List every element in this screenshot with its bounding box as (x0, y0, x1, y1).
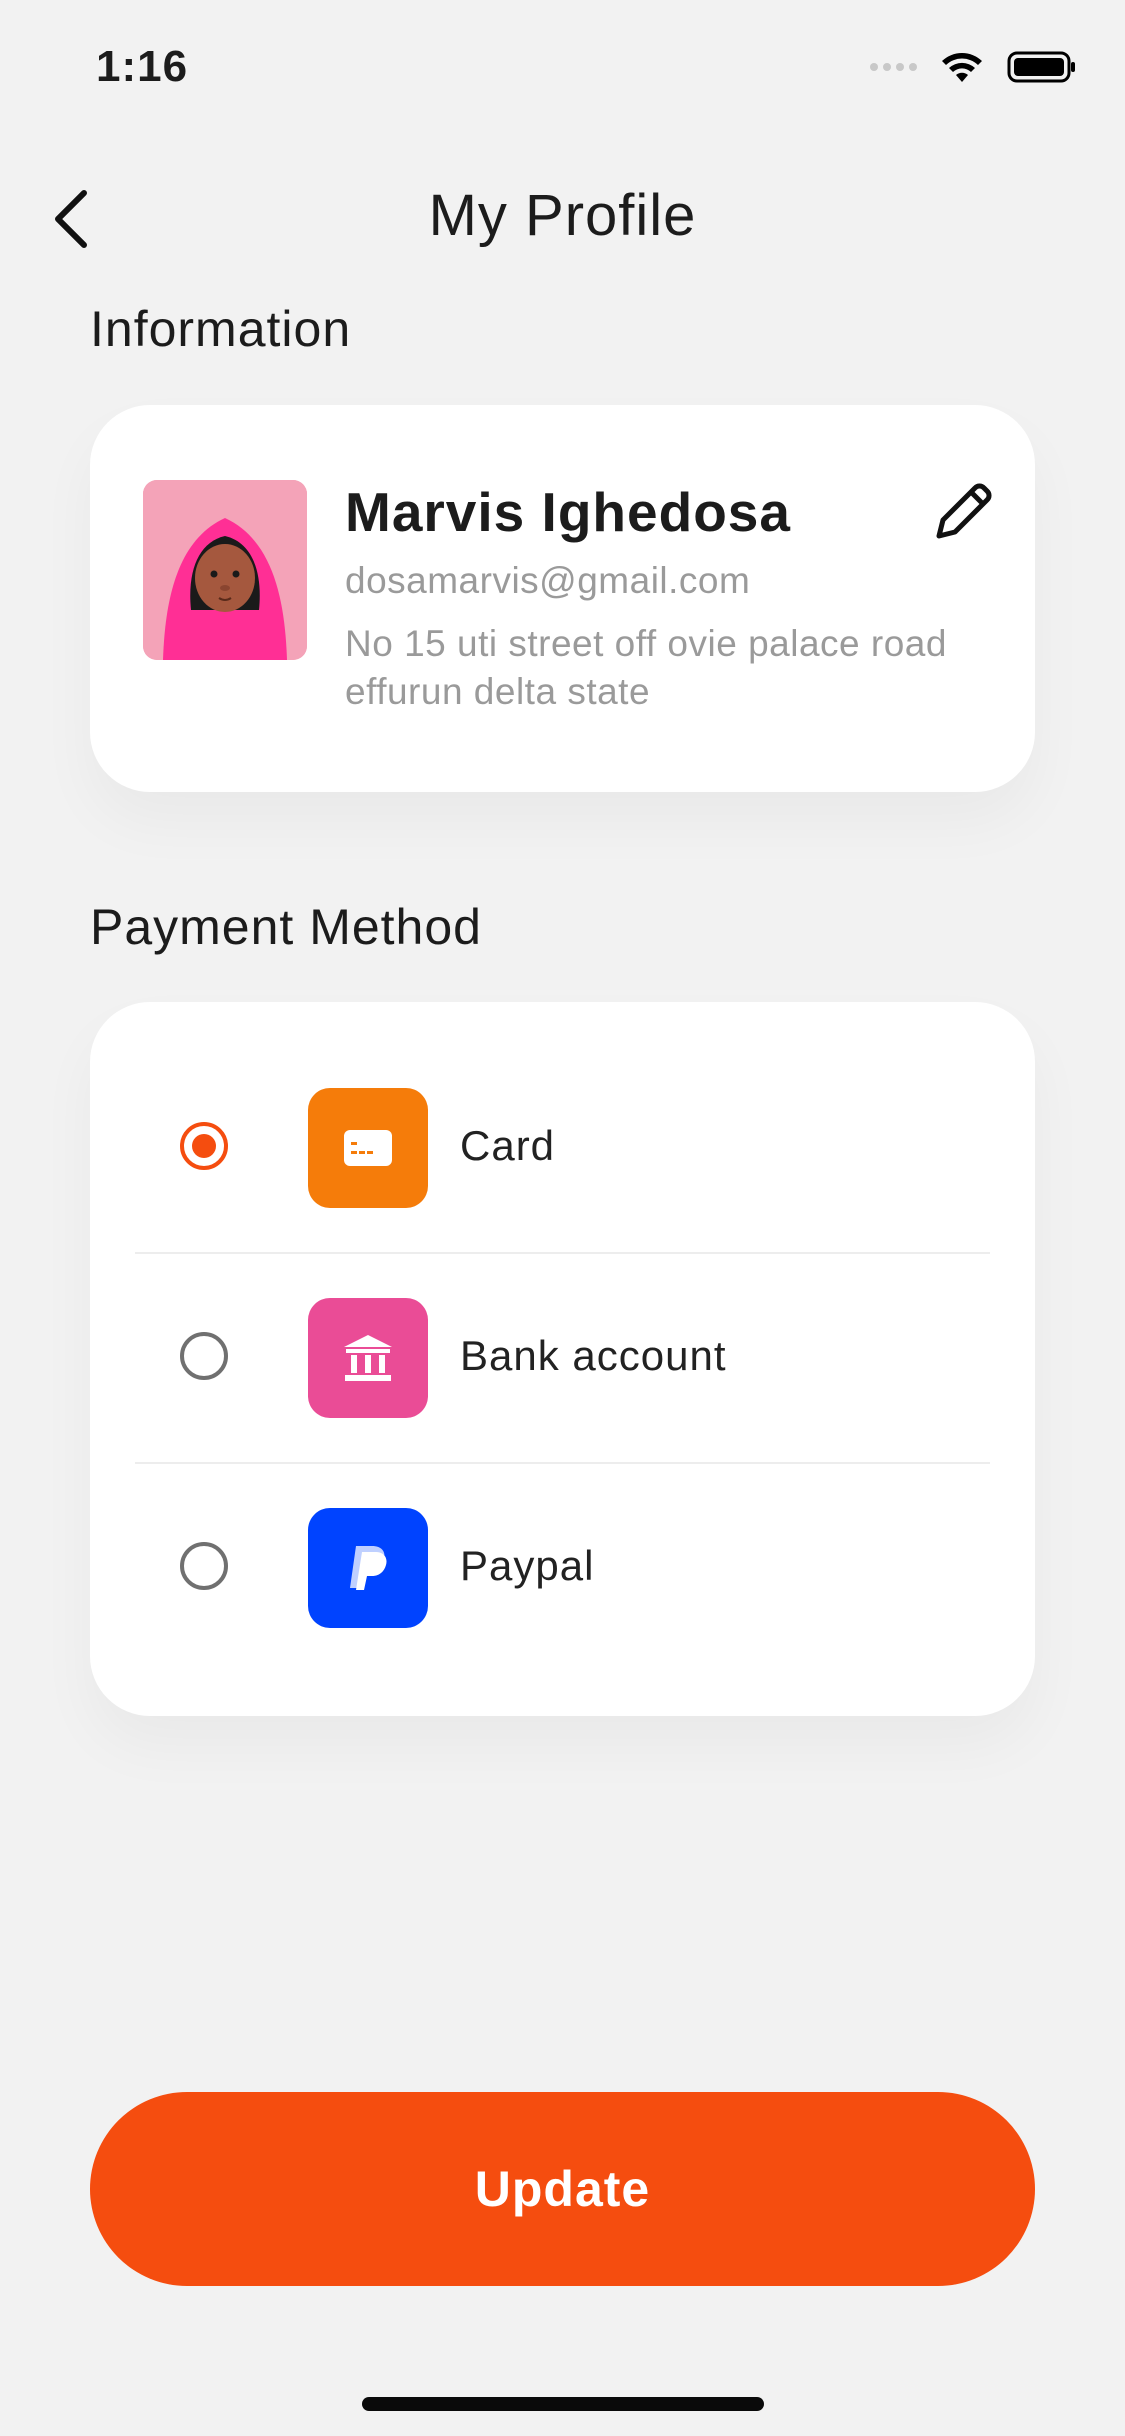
payment-method-card: Card Bank account Paypal (90, 1002, 1035, 1716)
payment-option-label: Paypal (460, 1542, 595, 1589)
information-section-title: Information (90, 301, 352, 357)
payment-option-bank-account[interactable]: Bank account (90, 1212, 1035, 1422)
cellular-signal-icon (870, 63, 917, 71)
payment-option-label: Card (460, 1122, 556, 1169)
payment-option-paypal[interactable]: Paypal (90, 1422, 1035, 1632)
edit-profile-button[interactable] (929, 480, 995, 546)
update-button[interactable]: Update (90, 2092, 1035, 2286)
payment-option-card[interactable]: Card (90, 1002, 1035, 1212)
pencil-icon (936, 483, 992, 539)
payment-option-label: Bank account (460, 1332, 727, 1379)
profile-name: Marvis Ighedosa (345, 481, 791, 543)
radio-card[interactable] (180, 1122, 228, 1170)
profile-email: dosamarvis@gmail.com (345, 560, 751, 601)
profile-address: No 15 uti street off ovie palace road ef… (345, 623, 947, 712)
bank-icon (308, 1298, 428, 1418)
status-bar: 1:16 (0, 0, 1125, 140)
payment-section-title: Payment Method (90, 899, 482, 955)
page-title: My Profile (428, 183, 697, 248)
radio-bank-account[interactable] (180, 1332, 228, 1380)
status-icons (870, 50, 1077, 84)
card-icon (308, 1088, 428, 1208)
home-indicator (362, 2397, 764, 2411)
radio-paypal[interactable] (180, 1542, 228, 1590)
nav-header: My Profile (0, 160, 1125, 270)
profile-card: Marvis Ighedosa dosamarvis@gmail.com No … (90, 405, 1035, 792)
wifi-icon (942, 53, 982, 82)
battery-icon (1007, 51, 1075, 83)
paypal-icon (308, 1508, 428, 1628)
avatar (143, 480, 307, 660)
status-time: 1:16 (96, 42, 189, 91)
